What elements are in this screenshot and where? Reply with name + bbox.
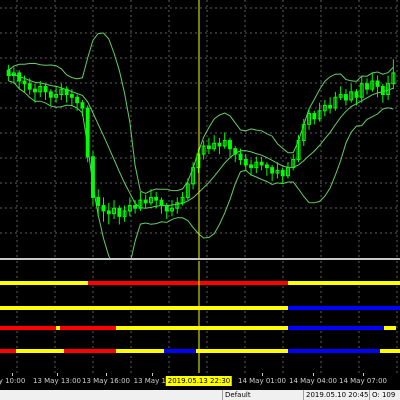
candle-body [22, 80, 27, 85]
candle-body [27, 83, 32, 90]
candle-body [312, 112, 317, 120]
candle-body [96, 196, 101, 207]
time-tick [262, 373, 263, 376]
state-segment-yellow [116, 326, 288, 330]
time-tick [313, 373, 314, 376]
candle-body [159, 199, 164, 207]
candle-body [6, 69, 11, 77]
candle-body [75, 96, 80, 104]
candle-body [101, 205, 106, 212]
time-tick [152, 373, 153, 376]
state-segment-yellow [384, 326, 396, 330]
state-segment-yellow [0, 306, 288, 310]
time-tick [363, 373, 364, 376]
state-segment-yellow [0, 281, 88, 285]
pane-separator[interactable] [0, 258, 400, 260]
candle-body [106, 210, 111, 215]
candle-body [217, 142, 222, 147]
candle-body [280, 169, 285, 177]
candle-body [380, 85, 385, 96]
time-label-1: y 10:00 [0, 377, 26, 385]
status-datetime: 2019.05.10 20:45 [303, 390, 371, 400]
state-segment-red [0, 326, 56, 330]
status-profile: Default [222, 390, 305, 400]
candle-body [238, 153, 243, 161]
time-tick [12, 373, 13, 376]
time-tick [57, 373, 58, 376]
price-chart-pane[interactable] [0, 0, 400, 258]
candle-body [365, 83, 369, 90]
candle-body [154, 196, 159, 201]
candle-body [243, 159, 248, 166]
candle-body [206, 145, 211, 150]
time-label-5: 14 May 01:00 [237, 377, 287, 385]
candle-body [133, 205, 138, 209]
candle-body [249, 164, 254, 169]
candle-body [233, 148, 238, 155]
state-segment-yellow [116, 349, 164, 353]
state-segment-yellow [196, 349, 288, 353]
time-label-2: 13 May 13:00 [32, 377, 82, 385]
candle-body [117, 207, 122, 217]
state-segment-yellow [16, 349, 64, 353]
candle-body [259, 161, 264, 166]
state-segment-blue [288, 306, 400, 310]
candle-body [228, 140, 232, 150]
status-open: O: 109 [369, 390, 400, 400]
candle-body [48, 91, 53, 98]
candle-body [354, 91, 359, 98]
candle-body [17, 72, 22, 82]
state-segment-red [60, 326, 116, 330]
state-segment-red [88, 281, 288, 285]
candle-body [375, 80, 380, 87]
time-tick [106, 373, 107, 376]
state-indicator-chart[interactable] [0, 261, 400, 373]
time-label-6: 14 May 04:00 [288, 377, 338, 385]
state-segment-yellow [380, 349, 400, 353]
candle-body [264, 164, 269, 169]
candle-body [328, 104, 333, 109]
crosshair-time-label: 2019.05.13 22:30 [165, 376, 233, 386]
band-upper [8, 32, 394, 194]
candle-body [69, 94, 74, 98]
candle-body [85, 107, 90, 158]
candlestick-chart[interactable] [0, 0, 400, 258]
candle-body [80, 102, 85, 109]
time-label-3: 13 May 16:00 [81, 377, 131, 385]
state-segment-red [0, 349, 16, 353]
indicator-pane[interactable] [0, 261, 400, 373]
state-segment-blue [288, 349, 380, 353]
candle-body [270, 167, 275, 174]
candle-body [91, 156, 95, 198]
candle-body [43, 85, 48, 93]
candle-body [33, 88, 37, 93]
state-segment-yellow [288, 281, 400, 285]
candle-body [164, 205, 169, 212]
trading-terminal: y 10:00 13 May 13:00 13 May 16:00 13 May… [0, 0, 400, 400]
candle-body [343, 94, 348, 101]
time-axis: y 10:00 13 May 13:00 13 May 16:00 13 May… [0, 373, 400, 390]
status-bar: Default 2019.05.10 20:45 O: 109 [0, 390, 400, 400]
state-segment-blue [288, 326, 384, 330]
candle-body [64, 88, 69, 96]
state-segment-red [64, 349, 116, 353]
candle-body [143, 199, 148, 204]
state-segment-blue [164, 349, 196, 353]
state-segment-yellow [56, 326, 60, 330]
time-label-7: 14 May 07:00 [338, 377, 388, 385]
